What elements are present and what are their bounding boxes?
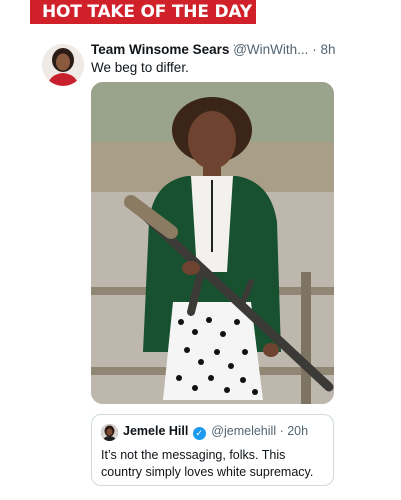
quoted-tweet-text: It’s not the messaging, folks. This coun…	[101, 448, 314, 479]
tweet-time[interactable]: 8h	[320, 42, 335, 57]
header-separator: ·	[312, 42, 317, 57]
quoted-tweet[interactable]: Jemele Hill ✓ @jemelehill · 20h It’s not…	[91, 414, 334, 486]
photo-illustration	[91, 82, 334, 404]
quoted-header-separator: ·	[279, 424, 284, 438]
headline-banner: HOT TAKE OF THE DAY	[30, 0, 256, 24]
author-name[interactable]: Team Winsome Sears	[91, 42, 229, 57]
quoted-author-handle[interactable]: @jemelehill	[211, 424, 276, 438]
tweet-card[interactable]: Team Winsome Sears @WinWith... · 8h ··· …	[0, 36, 401, 500]
tweet-text: We beg to differ.	[91, 60, 189, 75]
author-avatar[interactable]	[42, 44, 84, 86]
banner-title: HOT TAKE OF THE DAY	[42, 2, 252, 22]
ellipsis-icon[interactable]: ···	[232, 36, 249, 52]
verified-badge-icon: ✓	[192, 427, 206, 440]
quoted-tweet-time[interactable]: 20h	[287, 424, 308, 438]
quoted-tweet-header: Jemele Hill ✓ @jemelehill · 20h	[123, 424, 308, 440]
quoted-author-name[interactable]: Jemele Hill	[123, 424, 188, 438]
quoted-author-avatar[interactable]	[101, 424, 118, 441]
tweet-photo[interactable]	[91, 82, 334, 404]
